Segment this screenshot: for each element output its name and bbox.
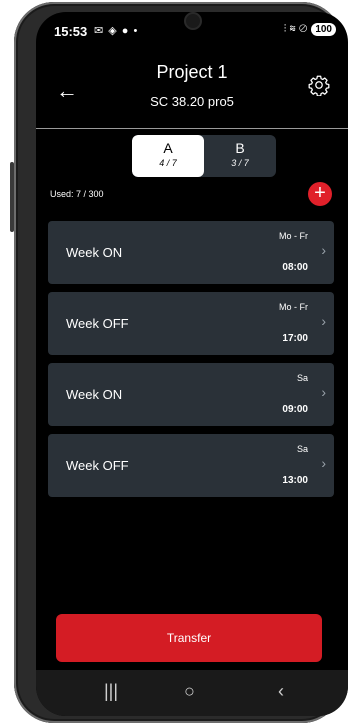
schedule-name: Week OFF <box>66 458 129 473</box>
segment-b-label: B <box>235 140 245 156</box>
schedule-item[interactable]: Week OFF Sa 13:00 › <box>48 434 334 497</box>
system-icons: ⫶ ≋ ⊘ 100 <box>284 23 336 36</box>
chevron-right-icon: › <box>321 242 326 258</box>
segment-a-label: A <box>163 140 173 156</box>
signal-wifi-icons: ⫶ ≋ ⊘ <box>283 23 308 35</box>
android-nav-bar: ||| ○ ‹ <box>36 670 348 716</box>
schedule-days: Mo - Fr <box>279 302 308 312</box>
back-icon[interactable]: ‹ <box>278 681 284 702</box>
segment-b-count: 3 / 7 <box>231 158 249 168</box>
schedule-time: 09:00 <box>282 404 308 415</box>
segment-a-count: 4 / 7 <box>159 158 177 168</box>
recents-icon[interactable]: ||| <box>104 681 118 702</box>
status-time: 15:53 <box>54 24 88 39</box>
add-schedule-button[interactable]: + <box>308 182 332 206</box>
schedule-item[interactable]: Week OFF Mo - Fr 17:00 › <box>48 292 334 355</box>
chevron-right-icon: › <box>321 384 326 400</box>
segment-b[interactable]: B 3 / 7 <box>204 135 276 177</box>
schedule-days: Sa <box>296 373 308 383</box>
schedule-days: Sa <box>296 444 308 454</box>
usage-counter: Used: 7 / 300 <box>50 189 104 199</box>
header: ← Project 1 SC 38.20 pro5 <box>36 52 348 126</box>
page-title: Project 1 <box>156 62 228 82</box>
schedule-days: Mo - Fr <box>279 231 308 241</box>
schedule-time: 08:00 <box>282 262 308 273</box>
side-button-left <box>10 162 14 232</box>
chevron-right-icon: › <box>321 313 326 329</box>
header-divider <box>36 128 348 129</box>
chevron-right-icon: › <box>321 455 326 471</box>
gear-icon[interactable] <box>308 74 330 96</box>
schedule-time: 13:00 <box>282 475 308 486</box>
schedule-list: Week ON Mo - Fr 08:00 › Week OFF Mo - Fr… <box>48 221 334 505</box>
notification-icons: ✉ ◈ ● • <box>94 25 139 37</box>
battery-icon: 100 <box>311 23 336 36</box>
schedule-name: Week OFF <box>66 316 129 331</box>
home-icon[interactable]: ○ <box>184 681 195 702</box>
schedule-name: Week ON <box>66 245 123 260</box>
schedule-item[interactable]: Week ON Mo - Fr 08:00 › <box>48 221 334 284</box>
device-subtitle: SC 38.20 pro5 <box>150 94 234 109</box>
status-bar: 15:53 ✉ ◈ ● • ⫶ ≋ ⊘ 100 <box>36 12 348 46</box>
schedule-time: 17:00 <box>282 333 308 344</box>
transfer-button[interactable]: Transfer <box>56 614 322 662</box>
schedule-name: Week ON <box>66 387 123 402</box>
segment-a[interactable]: A 4 / 7 <box>132 135 204 177</box>
schedule-item[interactable]: Week ON Sa 09:00 › <box>48 363 334 426</box>
profile-segment-control: A 4 / 7 B 3 / 7 <box>132 135 276 177</box>
phone-frame: 15:53 ✉ ◈ ● • ⫶ ≋ ⊘ 100 ← Project 1 SC 3… <box>10 2 348 723</box>
screen: 15:53 ✉ ◈ ● • ⫶ ≋ ⊘ 100 ← Project 1 SC 3… <box>36 12 348 716</box>
